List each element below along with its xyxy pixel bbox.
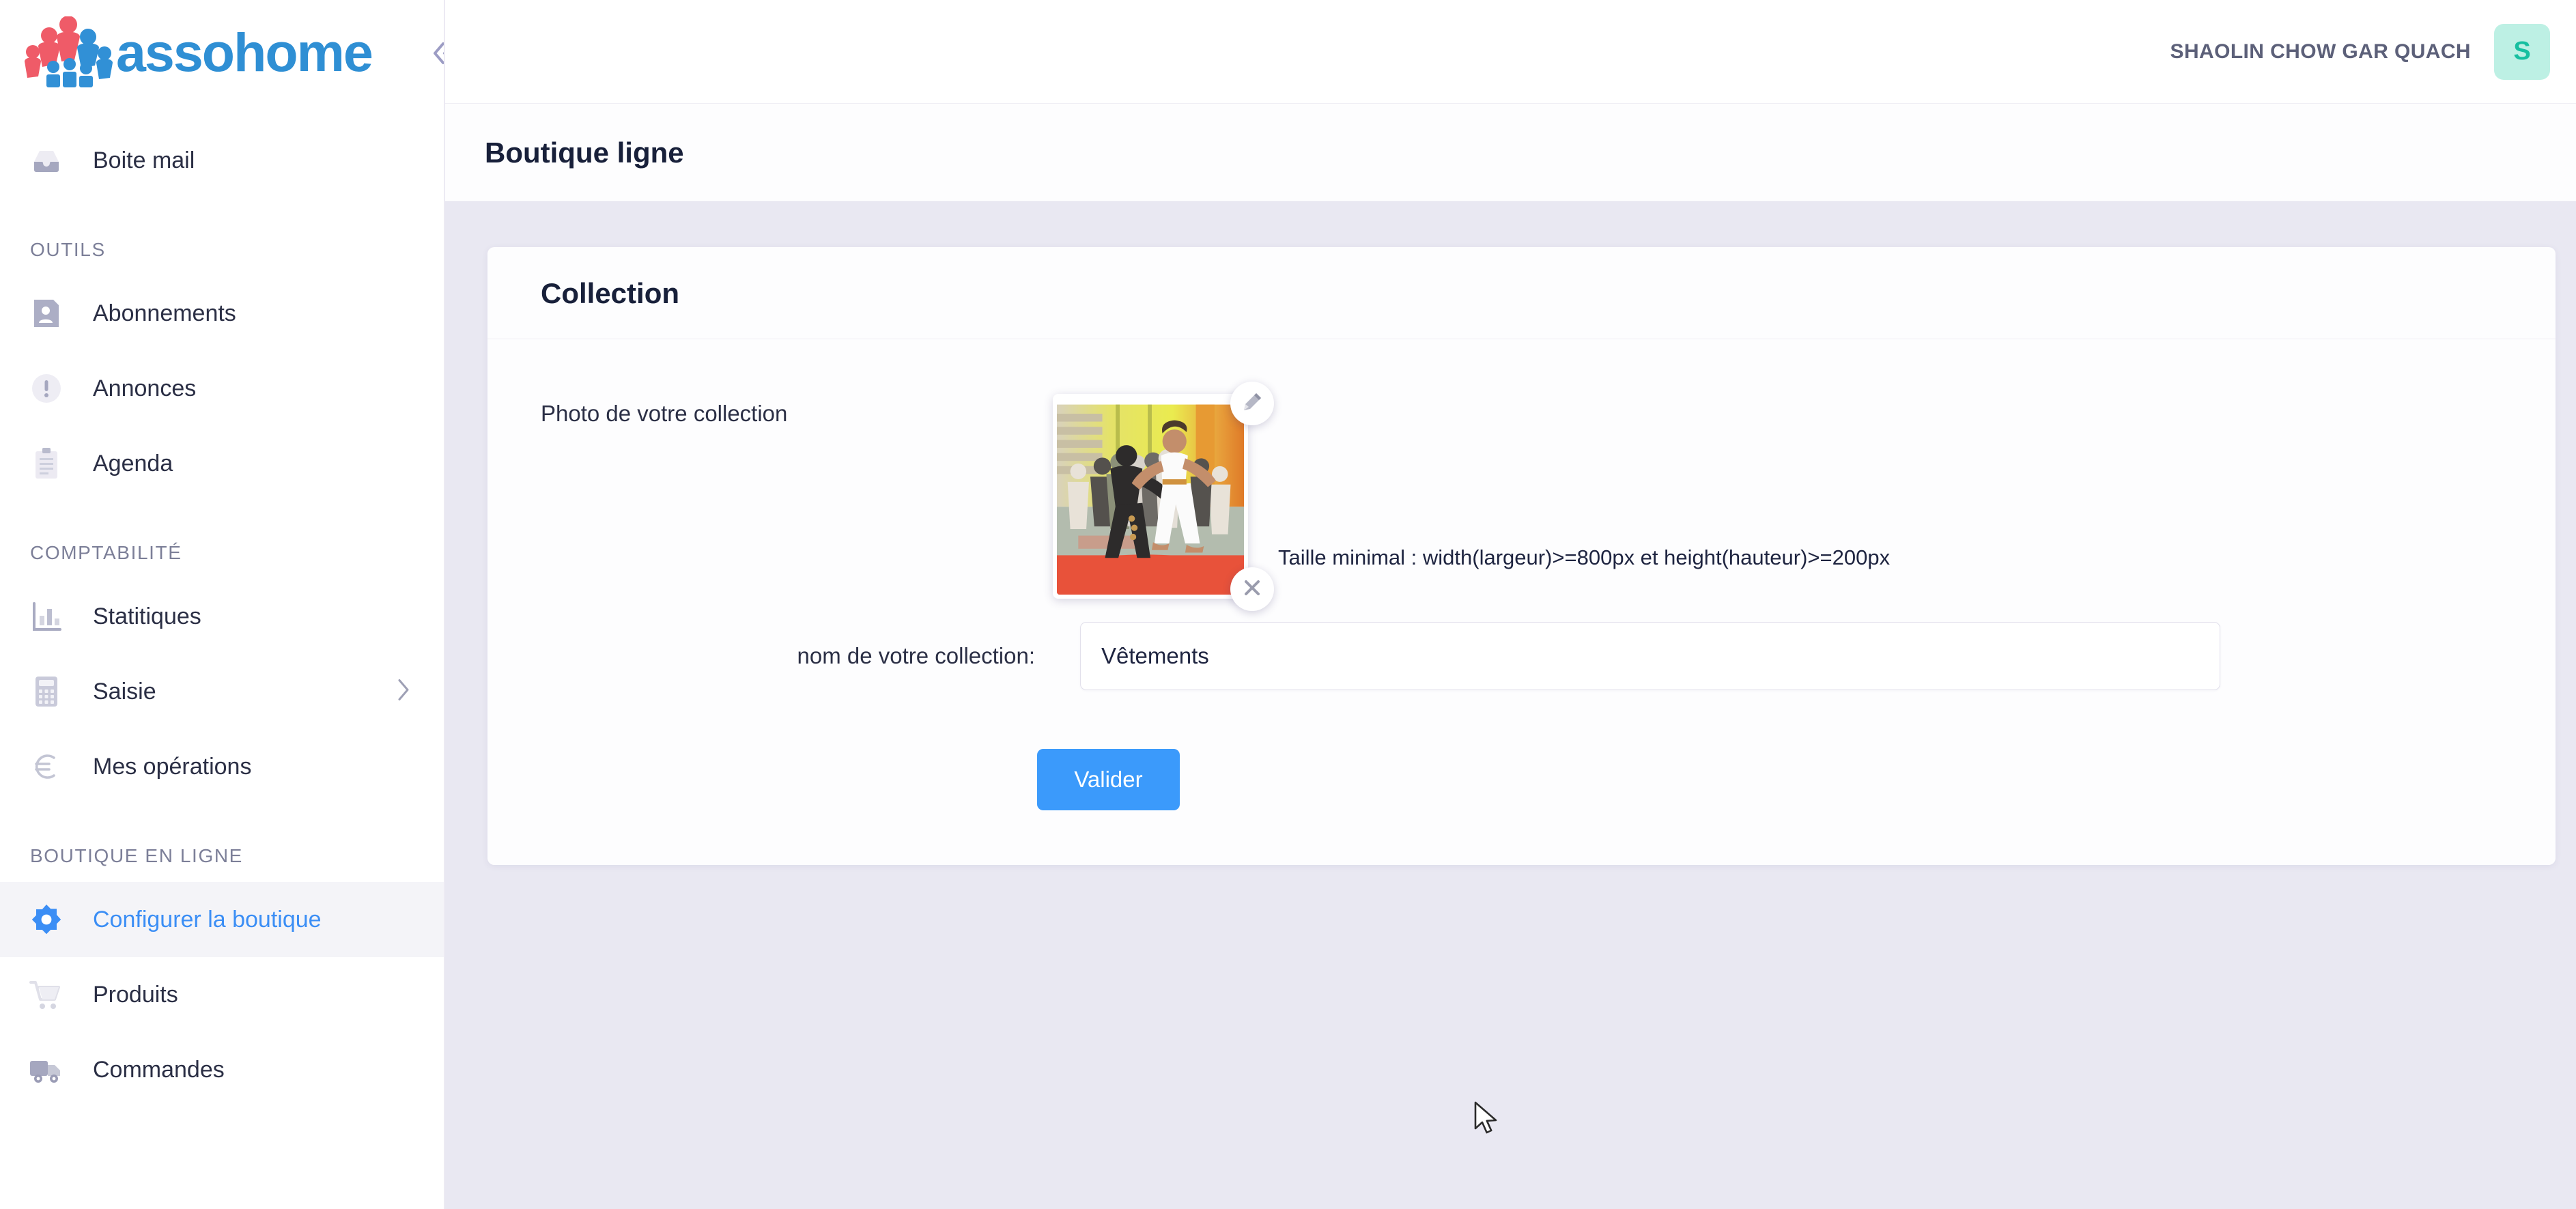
sidebar-item-annonces[interactable]: Annonces xyxy=(0,351,444,426)
collection-photo-thumbnail[interactable] xyxy=(1053,394,1248,599)
sidebar-item-label: Mes opérations xyxy=(93,753,252,780)
app-root: assohome Boite mail OUTILS Abonnements A… xyxy=(0,0,2576,1209)
card-header: Collection xyxy=(487,247,2556,339)
sidebar-item-saisie[interactable]: Saisie xyxy=(0,654,444,729)
sidebar-item-statitiques[interactable]: Statitiques xyxy=(0,579,444,654)
gear-icon xyxy=(27,900,66,939)
edit-photo-button[interactable] xyxy=(1230,382,1274,425)
pencil-icon xyxy=(1241,391,1263,416)
delivery-truck-icon xyxy=(27,1051,66,1089)
sidebar-item-abonnements[interactable]: Abonnements xyxy=(0,276,444,351)
card-title: Collection xyxy=(541,277,680,309)
sidebar-item-agenda[interactable]: Agenda xyxy=(0,426,444,501)
collection-photo-image xyxy=(1057,398,1244,595)
sidebar-item-boite-mail[interactable]: Boite mail xyxy=(0,123,444,198)
sidebar-item-commandes[interactable]: Commandes xyxy=(0,1032,444,1107)
alert-circle-icon xyxy=(27,369,66,408)
calculator-icon xyxy=(27,672,66,711)
valider-button[interactable]: Valider xyxy=(1037,749,1180,810)
collection-photo-uploader xyxy=(1053,382,1274,611)
brand-logo[interactable]: assohome xyxy=(0,0,444,104)
photo-size-requirement: Taille minimal : width(largeur)>=800px e… xyxy=(1278,545,1891,569)
shopping-cart-icon xyxy=(27,976,66,1014)
photo-field-row: Photo de votre collection Taille minimal… xyxy=(541,382,2502,611)
sidebar-item-label: Statitiques xyxy=(93,603,201,629)
sidebar-item-label: Produits xyxy=(93,981,178,1008)
collection-name-row: nom de votre collection: xyxy=(541,622,2502,690)
form-actions: Valider xyxy=(541,749,2502,810)
collection-card: Collection Photo de votre collection Tai… xyxy=(487,247,2556,865)
sidebar-item-label: Annonces xyxy=(93,375,197,401)
sidebar-item-label: Commandes xyxy=(93,1056,225,1083)
sidebar-item-produits[interactable]: Produits xyxy=(0,957,444,1032)
top-bar: SHAOLIN CHOW GAR QUACH S xyxy=(445,0,2576,104)
collection-name-input[interactable] xyxy=(1080,622,2220,690)
sidebar-section-outils: OUTILS xyxy=(30,239,106,260)
sidebar-item-label: Abonnements xyxy=(93,300,236,326)
account-name: SHAOLIN CHOW GAR QUACH xyxy=(2170,40,2471,63)
sidebar-item-configurer-la-boutique[interactable]: Configurer la boutique xyxy=(0,882,444,957)
euro-icon xyxy=(27,748,66,786)
people-group-icon xyxy=(25,16,113,87)
sidebar: assohome Boite mail OUTILS Abonnements A… xyxy=(0,0,445,1209)
inbox-icon xyxy=(27,141,66,180)
collection-name-label: nom de votre collection: xyxy=(797,643,1035,668)
bar-chart-icon xyxy=(27,597,66,636)
chevrons-left-icon[interactable] xyxy=(429,33,444,74)
photo-field-label: Photo de votre collection xyxy=(541,401,788,426)
sidebar-item-label: Agenda xyxy=(93,450,173,477)
clipboard-icon xyxy=(27,444,66,483)
avatar[interactable]: S xyxy=(2494,23,2550,80)
sidebar-section-boutique-en-ligne: BOUTIQUE EN LIGNE xyxy=(30,845,243,866)
contact-card-icon xyxy=(27,294,66,332)
main-area: SHAOLIN CHOW GAR QUACH S Boutique ligne … xyxy=(445,0,2576,1209)
content-area: Collection Photo de votre collection Tai… xyxy=(445,202,2576,1209)
card-body: Photo de votre collection Taille minimal… xyxy=(487,339,2556,865)
sidebar-item-label: Boite mail xyxy=(93,147,195,173)
sidebar-item-label: Configurer la boutique xyxy=(93,906,322,933)
page-title: Boutique ligne xyxy=(485,136,684,169)
delete-photo-button[interactable] xyxy=(1230,567,1274,611)
close-x-icon xyxy=(1241,577,1263,602)
brand-name: assohome xyxy=(116,21,373,83)
sidebar-section-comptabilite: COMPTABILITÉ xyxy=(30,542,182,563)
avatar-initial: S xyxy=(2513,37,2531,66)
sidebar-item-mes-operations[interactable]: Mes opérations xyxy=(0,729,444,804)
page-header: Boutique ligne xyxy=(445,104,2576,202)
sidebar-item-label: Saisie xyxy=(93,678,156,705)
chevron-right-icon xyxy=(396,678,411,706)
